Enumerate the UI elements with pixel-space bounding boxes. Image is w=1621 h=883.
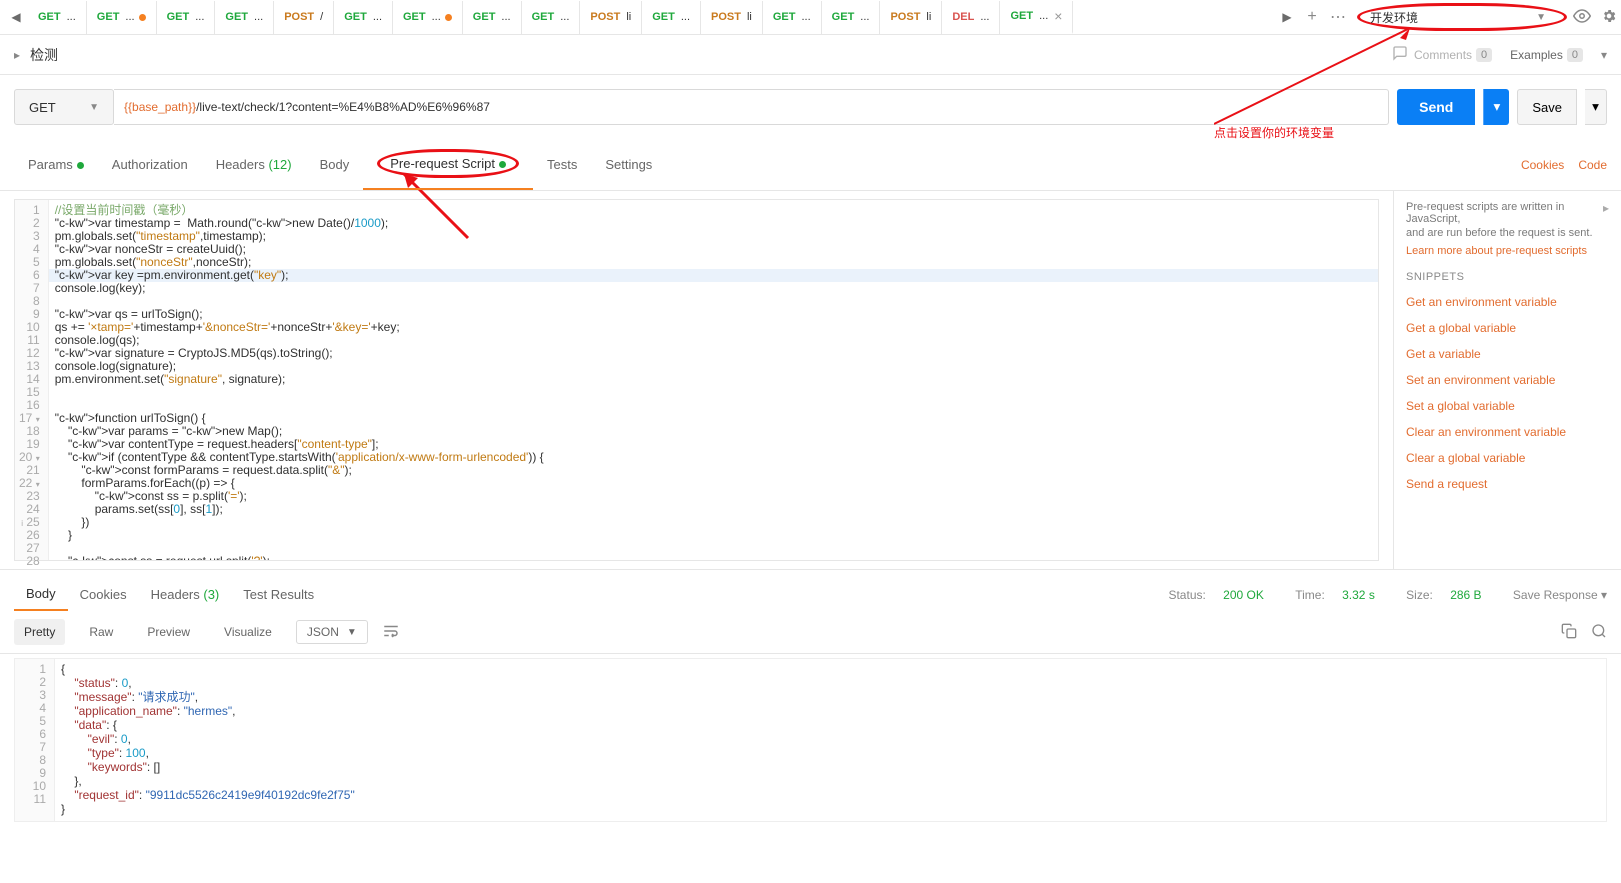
close-icon[interactable]: × [1054, 8, 1062, 24]
annotation-text: 点击设置你的环境变量 [1214, 124, 1334, 141]
tab-tests[interactable]: Tests [533, 147, 591, 182]
time-label: Time: 3.32 s [1281, 588, 1375, 602]
gear-icon[interactable] [1601, 8, 1617, 27]
environment-name: 开发环境 [1370, 9, 1418, 26]
send-dropdown[interactable]: ▾ [1483, 89, 1509, 125]
send-button[interactable]: Send [1397, 89, 1475, 125]
request-tab[interactable]: GET... [522, 1, 581, 34]
snippet-link[interactable]: Set an environment variable [1406, 373, 1609, 387]
request-tab[interactable]: GET... [763, 1, 822, 34]
tab-params[interactable]: Params [14, 147, 98, 182]
request-tab[interactable]: GET... [215, 1, 274, 34]
request-tab[interactable]: GET... [334, 1, 393, 34]
comments-count: 0 [1476, 48, 1492, 62]
examples-count: 0 [1567, 48, 1583, 62]
chevron-right-icon[interactable]: ▸ [14, 48, 20, 62]
method-selector[interactable]: GET ▼ [14, 89, 114, 125]
pre-request-editor[interactable]: 1234567891011121314151617 ▾181920 ▾2122 … [14, 199, 1379, 561]
request-tab[interactable]: POSTli [580, 1, 642, 34]
request-tab[interactable]: GET...× [1000, 1, 1073, 34]
request-tab[interactable]: POSTli [880, 1, 942, 34]
request-tab[interactable]: GET... [822, 1, 881, 34]
resp-view-visualize[interactable]: Visualize [214, 619, 282, 645]
tab-nav-next[interactable]: ▶ [1275, 5, 1299, 29]
snippets-panel: ▸ Pre-request scripts are written in Jav… [1393, 191, 1621, 569]
learn-more-link[interactable]: Learn more about pre-request scripts [1406, 245, 1609, 257]
code-link[interactable]: Code [1578, 158, 1607, 172]
tab-overflow-button[interactable]: ⋯ [1325, 7, 1351, 27]
snippet-link[interactable]: Get an environment variable [1406, 295, 1609, 309]
tab-settings[interactable]: Settings [591, 147, 666, 182]
request-tab[interactable]: GET... [87, 1, 157, 34]
tab-nav-prev[interactable]: ◀ [4, 5, 28, 29]
eye-icon[interactable] [1573, 7, 1591, 28]
request-tab[interactable]: POST/ [274, 1, 334, 34]
snippet-link[interactable]: Send a request [1406, 477, 1609, 491]
new-tab-button[interactable]: + [1299, 8, 1325, 26]
copy-icon[interactable] [1561, 623, 1577, 642]
resp-tab-test-results[interactable]: Test Results [231, 579, 326, 610]
request-name: 检测 [30, 45, 58, 65]
snippet-link[interactable]: Set a global variable [1406, 399, 1609, 413]
save-dropdown[interactable]: ▾ [1585, 89, 1607, 125]
resp-tab-headers[interactable]: Headers (3) [139, 579, 232, 610]
resp-view-raw[interactable]: Raw [79, 619, 123, 645]
resp-view-pretty[interactable]: Pretty [14, 619, 65, 645]
snippet-link[interactable]: Clear a global variable [1406, 451, 1609, 465]
resp-tab-cookies[interactable]: Cookies [68, 579, 139, 610]
snippet-link[interactable]: Get a variable [1406, 347, 1609, 361]
caret-down-icon[interactable]: ▾ [1601, 48, 1607, 62]
snippet-link[interactable]: Clear an environment variable [1406, 425, 1609, 439]
tab-body[interactable]: Body [306, 147, 364, 182]
search-icon[interactable] [1591, 623, 1607, 642]
request-tab[interactable]: DEL... [942, 1, 1000, 34]
comments-icon[interactable] [1392, 45, 1408, 64]
status-label: Status: 200 OK [1154, 588, 1263, 602]
resp-tab-body[interactable]: Body [14, 578, 68, 611]
request-tab[interactable]: POSTli [701, 1, 763, 34]
request-tab[interactable]: GET... [642, 1, 701, 34]
resp-format-selector[interactable]: JSON▼ [296, 620, 368, 644]
tab-authorization[interactable]: Authorization [98, 147, 202, 182]
snippet-link[interactable]: Get a global variable [1406, 321, 1609, 335]
comments-label[interactable]: Comments [1414, 48, 1472, 62]
save-button[interactable]: Save [1517, 89, 1577, 125]
wrap-lines-icon[interactable] [382, 622, 400, 643]
request-tab[interactable]: GET... [463, 1, 522, 34]
request-tab[interactable]: GET... [157, 1, 216, 34]
resp-view-preview[interactable]: Preview [137, 619, 200, 645]
save-response-button[interactable]: Save Response ▾ [1499, 588, 1607, 602]
response-body-editor[interactable]: 1234567891011 { "status": 0, "message": … [14, 658, 1607, 822]
tab-headers[interactable]: Headers (12) [202, 147, 306, 182]
request-tab[interactable]: GET... [393, 1, 463, 34]
tab-pre-request-script[interactable]: Pre-request Script [363, 139, 533, 190]
caret-down-icon: ▼ [89, 102, 99, 113]
request-tab[interactable]: GET... [28, 1, 87, 34]
url-input[interactable]: {{base_path}}/live-text/check/1?content=… [114, 89, 1389, 125]
chevron-right-icon[interactable]: ▸ [1603, 201, 1609, 215]
environment-selector[interactable]: 开发环境 ▼ [1357, 3, 1567, 31]
examples-label[interactable]: Examples [1510, 48, 1563, 62]
cookies-link[interactable]: Cookies [1521, 158, 1564, 172]
caret-down-icon: ▼ [1536, 12, 1546, 23]
size-label: Size: 286 B [1392, 588, 1481, 602]
